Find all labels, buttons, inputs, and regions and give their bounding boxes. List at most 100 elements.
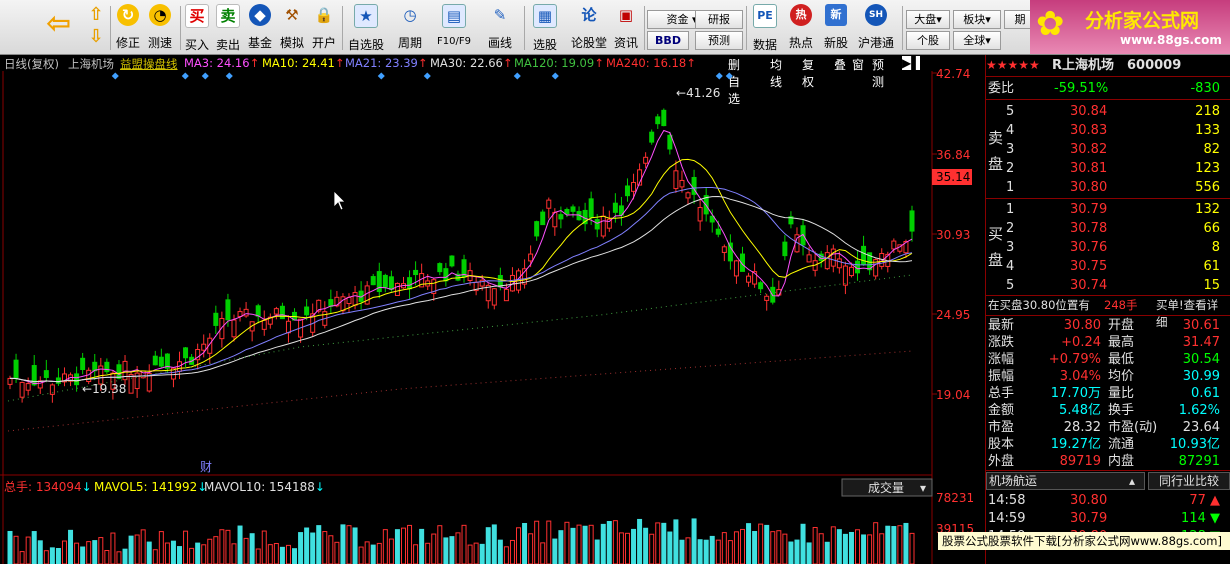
tb-btn-15[interactable]: 热 热点: [786, 4, 816, 52]
volume-bar: [25, 536, 31, 564]
volume-bar: [213, 536, 219, 564]
candle-body: [733, 260, 739, 277]
volume-bar: [43, 550, 49, 564]
candle-body: [352, 292, 358, 306]
volume-bar: [68, 529, 74, 564]
volume-bar: [594, 539, 600, 564]
candle-body: [564, 209, 570, 215]
tb-btn-5[interactable]: ⚒ 模拟: [278, 4, 306, 52]
tick-time: 14:59: [988, 511, 1026, 526]
tb-btn-10[interactable]: ✎ 画线: [480, 4, 520, 52]
ma21-line: [9, 187, 913, 383]
market-index-button[interactable]: 大盘▾: [906, 10, 950, 29]
back-button[interactable]: ⇦: [40, 4, 74, 52]
global-button[interactable]: 全球▾: [953, 31, 1001, 50]
tb-btn-8[interactable]: ◷ 周期: [392, 4, 428, 52]
info-marker-icon: [725, 72, 733, 80]
tb-btn-7[interactable]: ★ 自选股: [346, 4, 386, 52]
volume-bar: [419, 528, 425, 564]
candle-body: [285, 320, 291, 334]
stat-value: 30.61: [1182, 318, 1220, 333]
stat-value: +0.24: [1061, 335, 1101, 350]
back-arrow-icon: ⇦: [46, 6, 72, 41]
tab-industry[interactable]: 机场航运 ▴: [986, 472, 1145, 490]
stat-row: 振幅 3.04% 均价 30.99: [986, 368, 1226, 385]
news-icon: ▣: [618, 6, 634, 24]
tab-peer-compare[interactable]: 同行业比较: [1148, 472, 1230, 490]
tb-btn-14[interactable]: PE 数据: [749, 4, 781, 52]
sector-button[interactable]: 板块▾: [953, 10, 1001, 29]
tab-row: 机场航运 ▴ 同行业比较: [986, 472, 1230, 490]
page-up-down-button[interactable]: ⇧ ⇩: [84, 4, 108, 52]
candle-body: [534, 221, 540, 237]
candle-body: [328, 299, 334, 307]
lock-icon: 🔒: [314, 6, 334, 24]
candle-body: [413, 269, 419, 276]
volume-bar: [879, 533, 885, 564]
tb-btn-3[interactable]: 卖 卖出: [214, 4, 242, 52]
sell-row: 5 30.84 218: [986, 103, 1226, 120]
tb-btn-17[interactable]: SH 沪港通: [855, 4, 897, 52]
single-stock-button[interactable]: 个股: [906, 31, 950, 50]
candle-body: [540, 211, 546, 226]
tb-btn-6[interactable]: 🔒 开户: [310, 4, 338, 52]
candle-body: [201, 343, 207, 351]
candle-body: [679, 179, 685, 188]
candle-body: [836, 258, 842, 269]
candle-body: [588, 198, 594, 218]
tick-row: 14:58 30.80 77 ▲: [986, 492, 1226, 509]
tb-btn-0[interactable]: ↻ 修正: [113, 4, 143, 52]
candle-body: [631, 181, 637, 192]
volume-bar: [739, 528, 745, 564]
level: 4: [1006, 123, 1015, 138]
volume-bar: [31, 531, 37, 564]
volume-bar: [346, 525, 352, 564]
volume-bar: [631, 528, 637, 564]
volume-bar: [170, 540, 176, 564]
kline-chart[interactable]: 42.74 36.84 35.14 30.93 24.95 19.04 ←41.…: [0, 55, 985, 564]
candle-body: [134, 372, 140, 390]
financial-report-marker[interactable]: 财: [200, 460, 212, 474]
volume: 556: [1195, 180, 1220, 195]
volume-bar: [158, 531, 164, 564]
volume-bar: [237, 525, 243, 564]
clock-icon: ◔: [149, 4, 171, 26]
tb-btn-2[interactable]: 买 买入: [183, 4, 211, 52]
volume-bar: [243, 537, 249, 564]
volume-bar: [788, 541, 794, 564]
volume: 132: [1195, 202, 1220, 217]
stat-value: 28.32: [1063, 420, 1101, 435]
volume-bar: [455, 532, 461, 564]
candle-body: [643, 156, 649, 164]
volume-bar: [540, 542, 546, 564]
refresh-icon: ↻: [117, 4, 139, 26]
tb-btn-13[interactable]: ▣ 资讯: [612, 4, 640, 52]
volume-bar: [600, 523, 606, 564]
candle-body: [758, 282, 764, 290]
tb-btn-12[interactable]: 论 论股堂: [570, 4, 608, 52]
tb-btn-11[interactable]: ▦ 选股: [528, 4, 562, 52]
tb-btn-16[interactable]: 新 新股: [821, 4, 851, 52]
weibi-row: 委比 -59.51% -830: [988, 81, 1220, 96]
stat-label: 市盈: [988, 420, 1015, 435]
pen-icon: ✎: [493, 6, 507, 24]
level: 1: [1006, 202, 1015, 217]
tb-btn-1[interactable]: ◔ 测速: [145, 4, 175, 52]
tb-btn-4[interactable]: ◆ 基金: [246, 4, 274, 52]
tick-price: 30.80: [1070, 493, 1108, 508]
low-annotation: ←19.38: [82, 382, 126, 396]
volume-bar: [219, 529, 225, 564]
candle-body: [503, 288, 509, 302]
order-info-row[interactable]: 在买盘30.80位置有 248手 买单!查看详细: [986, 297, 1226, 329]
tb-btn-9[interactable]: ▤ F10/F9: [432, 4, 476, 52]
forecast-button[interactable]: 预测: [695, 31, 743, 50]
ma30-line: [9, 195, 913, 383]
volume-bar: [292, 548, 298, 564]
volume-bar: [74, 542, 80, 564]
volume-bar: [794, 539, 800, 564]
stat-row: 外盘 89719 内盘 87291: [986, 453, 1226, 470]
volume-bar: [503, 546, 509, 564]
research-button[interactable]: 研报: [695, 10, 743, 29]
bbd-button[interactable]: BBD: [647, 31, 689, 50]
buy-row: 3 30.76 8: [986, 239, 1226, 256]
